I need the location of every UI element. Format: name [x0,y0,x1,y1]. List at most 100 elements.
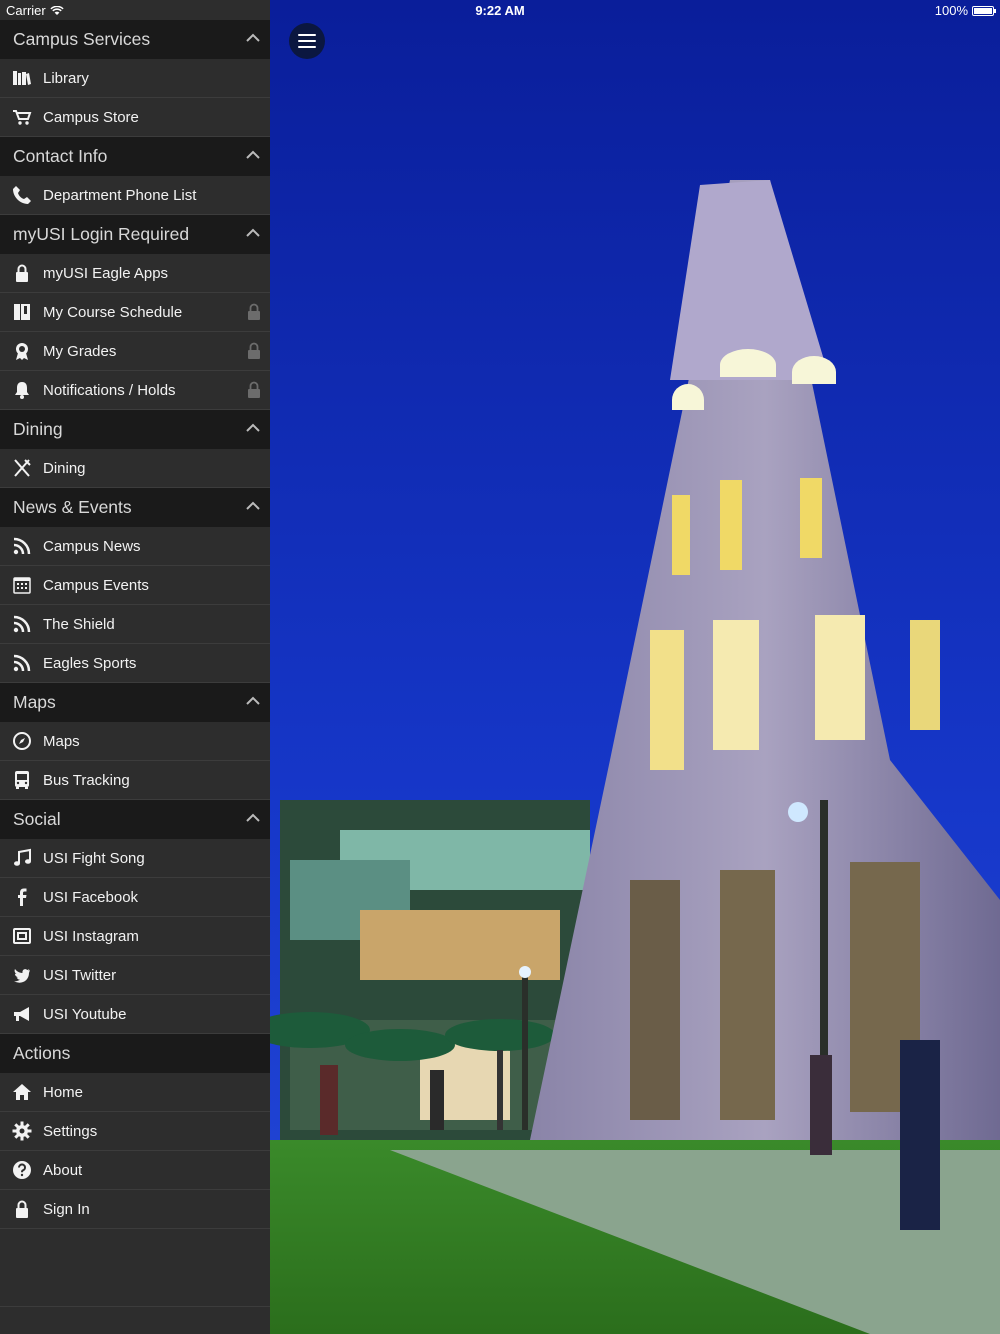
lock-icon [11,1198,33,1220]
menu-item-label: USI Facebook [43,888,139,906]
menu-item-label: Campus Events [43,576,149,594]
menu-item-label: Maps [43,732,80,750]
home-icon [11,1081,33,1103]
menu-list: Campus Services Library Campus Store Contac… [0,20,270,1229]
campus-photo [270,0,1000,1334]
chevron-up-icon [246,696,260,705]
menu-item-settings[interactable]: Settings [0,1112,270,1151]
menu-item-usi-fight-song[interactable]: USI Fight Song [0,839,270,878]
section-title: Dining [13,419,63,439]
cart-icon [11,106,33,128]
chevron-up-icon [246,423,260,432]
menu-item-bus-tracking[interactable]: Bus Tracking [0,761,270,800]
section-header-myusi-login-required[interactable]: myUSI Login Required [0,215,270,254]
menu-item-label: USI Instagram [43,927,139,945]
menu-item-label: Campus Store [43,108,139,126]
menu-item-label: USI Fight Song [43,849,145,867]
menu-item-my-grades[interactable]: My Grades [0,332,270,371]
hamburger-icon-bar [298,34,316,36]
menu-item-label: Settings [43,1122,98,1140]
section-title: Social [13,809,61,829]
menu-item-campus-news[interactable]: Campus News [0,527,270,566]
section-header-actions: Actions [0,1034,270,1073]
chevron-up-icon [246,228,260,237]
section-header-campus-services[interactable]: Campus Services [0,20,270,59]
sidebar-divider [0,1306,270,1307]
section-title: Contact Info [13,146,108,166]
section-header-maps[interactable]: Maps [0,683,270,722]
phone-icon [11,184,33,206]
locked-icon [248,342,260,359]
menu-item-label: My Course Schedule [43,303,183,321]
hamburger-icon-bar [298,40,316,42]
book-icon [11,301,33,323]
music-icon [11,847,33,869]
menu-item-usi-instagram[interactable]: USI Instagram [0,917,270,956]
menu-item-label: Department Phone List [43,186,197,204]
menu-item-label: Home [43,1083,84,1101]
chevron-up-icon [246,33,260,42]
section-title: Maps [13,692,56,712]
menu-item-label: The Shield [43,615,115,633]
battery-indicator: 100% [934,3,996,18]
section-header-social[interactable]: Social [0,800,270,839]
menu-item-usi-twitter[interactable]: USI Twitter [0,956,270,995]
menu-item-about[interactable]: About [0,1151,270,1190]
menu-item-label: Campus News [43,537,141,555]
battery-icon [972,5,996,16]
twitter-icon [11,964,33,986]
chevron-up-icon [246,501,260,510]
menu-item-library[interactable]: Library [0,59,270,98]
menu-item-label: About [43,1161,83,1179]
section-title: News & Events [13,497,132,517]
instagram-icon [11,925,33,947]
calendar-icon [11,574,33,596]
menu-item-label: myUSI Eagle Apps [43,264,169,282]
locked-icon [248,381,260,398]
section-header-dining[interactable]: Dining [0,410,270,449]
section-header-news-events[interactable]: News & Events [0,488,270,527]
section-title: myUSI Login Required [13,224,190,244]
rss-icon [11,652,33,674]
menu-item-usi-facebook[interactable]: USI Facebook [0,878,270,917]
menu-item-label: USI Youtube [43,1005,127,1023]
menu-item-campus-events[interactable]: Campus Events [0,566,270,605]
hamburger-menu-button[interactable] [289,23,325,59]
award-icon [11,340,33,362]
menu-item-campus-store[interactable]: Campus Store [0,98,270,137]
chevron-up-icon [246,813,260,822]
menu-item-home[interactable]: Home [0,1073,270,1112]
rss-icon [11,613,33,635]
lock-icon [11,262,33,284]
sidebar-menu: Campus Services Library Campus Store Contac… [0,0,270,1334]
megaphone-icon [11,1003,33,1025]
section-header-contact-info[interactable]: Contact Info [0,137,270,176]
menu-item-eagles-sports[interactable]: Eagles Sports [0,644,270,683]
hamburger-icon-bar [298,46,316,48]
menu-item-label: Bus Tracking [43,771,130,789]
menu-item-label: Notifications / Holds [43,381,176,399]
bus-icon [11,769,33,791]
gear-icon [11,1120,33,1142]
menu-item-maps[interactable]: Maps [0,722,270,761]
chevron-up-icon [246,150,260,159]
menu-item-my-course-schedule[interactable]: My Course Schedule [0,293,270,332]
utensils-icon [11,457,33,479]
menu-item-label: My Grades [43,342,117,360]
menu-item-usi-youtube[interactable]: USI Youtube [0,995,270,1034]
menu-item-label: Library [43,69,89,87]
section-title: Actions [13,1043,71,1063]
section-title: Campus Services [13,29,151,49]
menu-item-the-shield[interactable]: The Shield [0,605,270,644]
menu-item-sign-in[interactable]: Sign In [0,1190,270,1229]
menu-item-label: Dining [43,459,86,477]
battery-percent: 100% [934,3,968,18]
compass-icon [11,730,33,752]
rss-icon [11,535,33,557]
menu-item-dining[interactable]: Dining [0,449,270,488]
locked-icon [248,303,260,320]
question-icon [11,1159,33,1181]
menu-item-department-phone-list[interactable]: Department Phone List [0,176,270,215]
menu-item-notifications-holds[interactable]: Notifications / Holds [0,371,270,410]
menu-item-myusi-eagle-apps[interactable]: myUSI Eagle Apps [0,254,270,293]
